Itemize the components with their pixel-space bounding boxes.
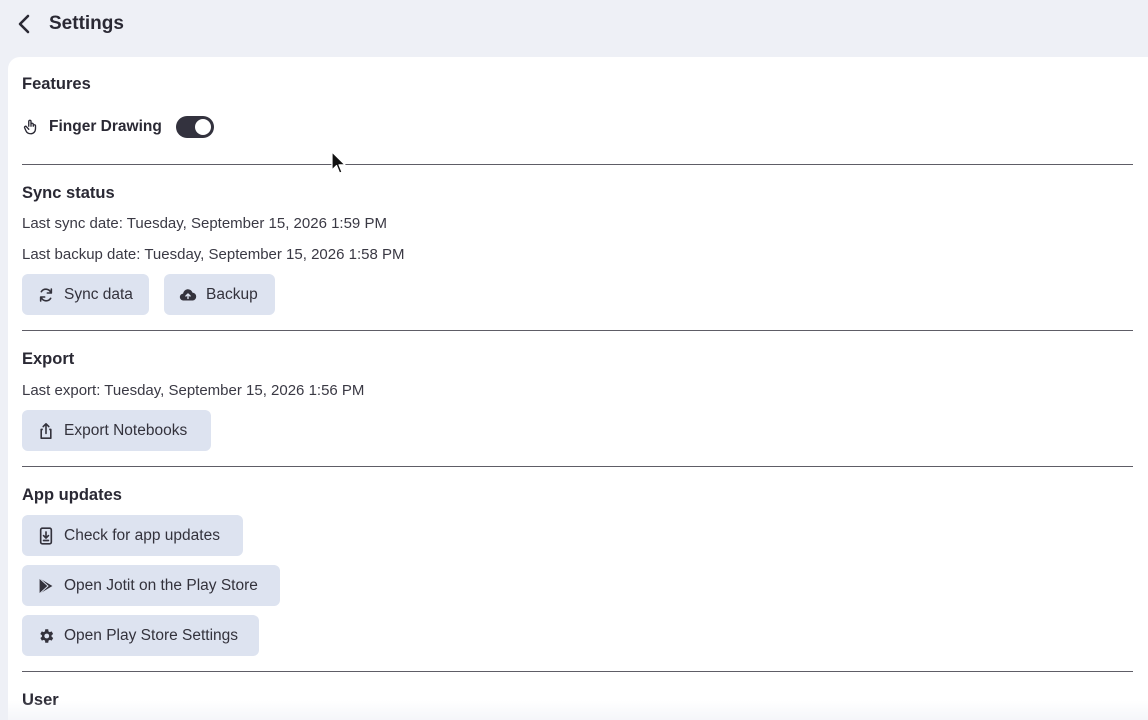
finger-drawing-row: Finger Drawing — [22, 114, 214, 140]
divider — [22, 671, 1133, 672]
open-play-store-button[interactable]: Open Jotit on the Play Store — [22, 565, 280, 606]
back-button[interactable] — [12, 12, 36, 36]
divider — [22, 164, 1133, 165]
backup-button[interactable]: Backup — [164, 274, 275, 315]
export-notebooks-label: Export Notebooks — [64, 421, 188, 439]
finger-drawing-label: Finger Drawing — [49, 118, 162, 135]
last-backup-date: Last backup date: Tuesday, September 15,… — [22, 246, 405, 263]
sync-data-label: Sync data — [64, 285, 133, 303]
export-notebooks-button[interactable]: Export Notebooks — [22, 410, 211, 451]
toggle-knob — [194, 119, 211, 135]
hand-pointer-icon — [22, 118, 40, 136]
check-app-updates-label: Check for app updates — [64, 526, 220, 544]
last-sync-date: Last sync date: Tuesday, September 15, 2… — [22, 215, 387, 232]
share-upload-icon — [37, 422, 55, 440]
page-title: Settings — [49, 13, 124, 34]
mouse-cursor-icon — [331, 151, 346, 174]
export-section-title: Export — [22, 350, 75, 368]
features-section-title: Features — [22, 75, 91, 93]
check-app-updates-button[interactable]: Check for app updates — [22, 515, 243, 556]
phone-download-icon — [37, 526, 55, 545]
chevron-left-icon — [18, 14, 30, 34]
finger-drawing-toggle[interactable] — [175, 116, 214, 138]
sync-section-title: Sync status — [22, 184, 115, 202]
open-play-store-settings-button[interactable]: Open Play Store Settings — [22, 615, 259, 656]
open-play-store-settings-label: Open Play Store Settings — [64, 626, 239, 644]
last-export-date: Last export: Tuesday, September 15, 2026… — [22, 382, 365, 399]
sync-icon — [37, 286, 55, 304]
divider — [22, 330, 1133, 331]
gear-icon — [37, 627, 55, 645]
divider — [22, 466, 1133, 467]
settings-screen: Settings Features Finger Drawing Sync st… — [0, 0, 1148, 720]
backup-label: Backup — [206, 285, 258, 303]
app-updates-section-title: App updates — [22, 486, 122, 504]
user-section-title: User — [22, 691, 59, 709]
cloud-upload-icon — [179, 286, 197, 304]
play-store-icon — [37, 577, 55, 595]
open-play-store-label: Open Jotit on the Play Store — [64, 576, 258, 594]
sync-data-button[interactable]: Sync data — [22, 274, 149, 315]
top-bar: Settings — [0, 0, 1148, 52]
